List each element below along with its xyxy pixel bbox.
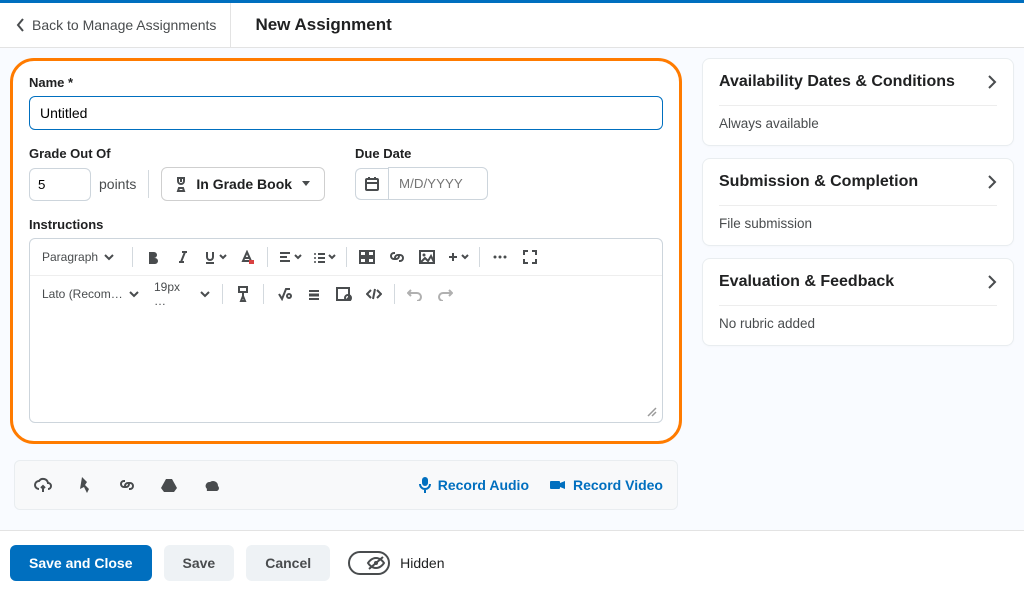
google-drive-button[interactable] [155, 471, 183, 499]
horizontal-rule-button[interactable] [300, 280, 328, 308]
eye-off-icon [366, 555, 386, 571]
onedrive-button[interactable] [197, 471, 225, 499]
chevron-right-icon [987, 275, 997, 289]
visibility-label: Hidden [400, 555, 444, 571]
source-code-button[interactable] [360, 280, 388, 308]
chevron-down-icon [200, 289, 210, 299]
panel-evaluation-header[interactable]: Evaluation & Feedback [719, 273, 997, 291]
main-content: Name * Grade Out Of points In Grade Book [0, 48, 1024, 531]
font-size-select[interactable]: 19px … [148, 280, 216, 308]
gradebook-label: In Grade Book [196, 176, 292, 192]
separator [148, 170, 149, 198]
upload-cloud-button[interactable] [29, 471, 57, 499]
chevron-right-icon [987, 175, 997, 189]
grade-label: Grade Out Of [29, 146, 325, 161]
panel-availability: Availability Dates & Conditions Always a… [702, 58, 1014, 146]
resize-handle-icon[interactable] [644, 404, 658, 418]
chevron-down-icon [104, 252, 114, 262]
save-button[interactable]: Save [164, 545, 235, 581]
visibility-toggle[interactable] [348, 551, 390, 575]
video-camera-icon [549, 478, 567, 492]
microphone-icon [418, 476, 432, 494]
list-button[interactable] [308, 243, 340, 271]
due-date-input[interactable] [388, 167, 488, 200]
editor-toolbar-row-2: Lato (Recom… 19px … [30, 276, 662, 312]
insert-image-button[interactable] [413, 243, 441, 271]
chevron-down-icon [328, 253, 336, 261]
editor-content-area[interactable] [30, 312, 662, 422]
text-color-button[interactable] [233, 243, 261, 271]
panel-availability-header[interactable]: Availability Dates & Conditions [719, 73, 997, 91]
page-title: New Assignment [231, 15, 391, 35]
attach-link-button[interactable] [113, 471, 141, 499]
back-label: Back to Manage Assignments [32, 17, 216, 33]
panel-evaluation: Evaluation & Feedback No rubric added [702, 258, 1014, 346]
trophy-icon [174, 176, 188, 192]
insert-link-button[interactable] [383, 243, 411, 271]
right-sidebar: Availability Dates & Conditions Always a… [702, 58, 1014, 510]
chevron-down-icon [461, 253, 469, 261]
accessibility-check-button[interactable] [330, 280, 358, 308]
save-and-close-button[interactable]: Save and Close [10, 545, 152, 581]
italic-button[interactable] [169, 243, 197, 271]
insert-stuff-button[interactable] [353, 243, 381, 271]
calendar-icon [364, 176, 380, 192]
back-link[interactable]: Back to Manage Assignments [12, 3, 231, 47]
left-column: Name * Grade Out Of points In Grade Book [10, 58, 682, 510]
top-bar: Back to Manage Assignments New Assignmen… [0, 0, 1024, 48]
chevron-right-icon [987, 75, 997, 89]
redo-button[interactable] [431, 280, 459, 308]
chevron-down-icon [300, 179, 312, 189]
attachment-bar: Record Audio Record Video [14, 460, 678, 510]
points-label: points [99, 176, 136, 192]
record-video-button[interactable]: Record Video [549, 476, 663, 494]
gradebook-dropdown[interactable]: In Grade Book [161, 167, 325, 201]
chevron-down-icon [294, 253, 302, 261]
panel-submission: Submission & Completion File submission [702, 158, 1014, 246]
panel-submission-subtitle: File submission [719, 216, 997, 231]
block-format-select[interactable]: Paragraph [36, 243, 126, 271]
footer-bar: Save and Close Save Cancel Hidden [0, 531, 1024, 595]
highlighted-form-area: Name * Grade Out Of points In Grade Book [10, 58, 682, 444]
name-input[interactable] [29, 96, 663, 130]
underline-button[interactable] [199, 243, 231, 271]
font-family-select[interactable]: Lato (Recom… [36, 280, 146, 308]
rich-text-editor: Paragraph [29, 238, 663, 423]
panel-evaluation-subtitle: No rubric added [719, 316, 997, 331]
record-audio-button[interactable]: Record Audio [418, 476, 529, 494]
panel-submission-header[interactable]: Submission & Completion [719, 173, 997, 191]
equation-button[interactable] [270, 280, 298, 308]
calendar-button[interactable] [355, 168, 388, 200]
quicklink-button[interactable] [71, 471, 99, 499]
chevron-down-icon [129, 289, 139, 299]
undo-button[interactable] [401, 280, 429, 308]
panel-availability-subtitle: Always available [719, 116, 997, 131]
instructions-label: Instructions [29, 217, 663, 232]
bold-button[interactable] [139, 243, 167, 271]
align-button[interactable] [274, 243, 306, 271]
grade-input[interactable] [29, 168, 91, 201]
editor-toolbar-row-1: Paragraph [30, 239, 662, 276]
cancel-button[interactable]: Cancel [246, 545, 330, 581]
format-painter-button[interactable] [229, 280, 257, 308]
chevron-down-icon [219, 253, 227, 261]
insert-more-button[interactable] [443, 243, 473, 271]
due-date-label: Due Date [355, 146, 488, 161]
more-actions-button[interactable] [486, 243, 514, 271]
fullscreen-button[interactable] [516, 243, 544, 271]
name-label: Name * [29, 75, 663, 90]
chevron-left-icon [16, 18, 26, 32]
